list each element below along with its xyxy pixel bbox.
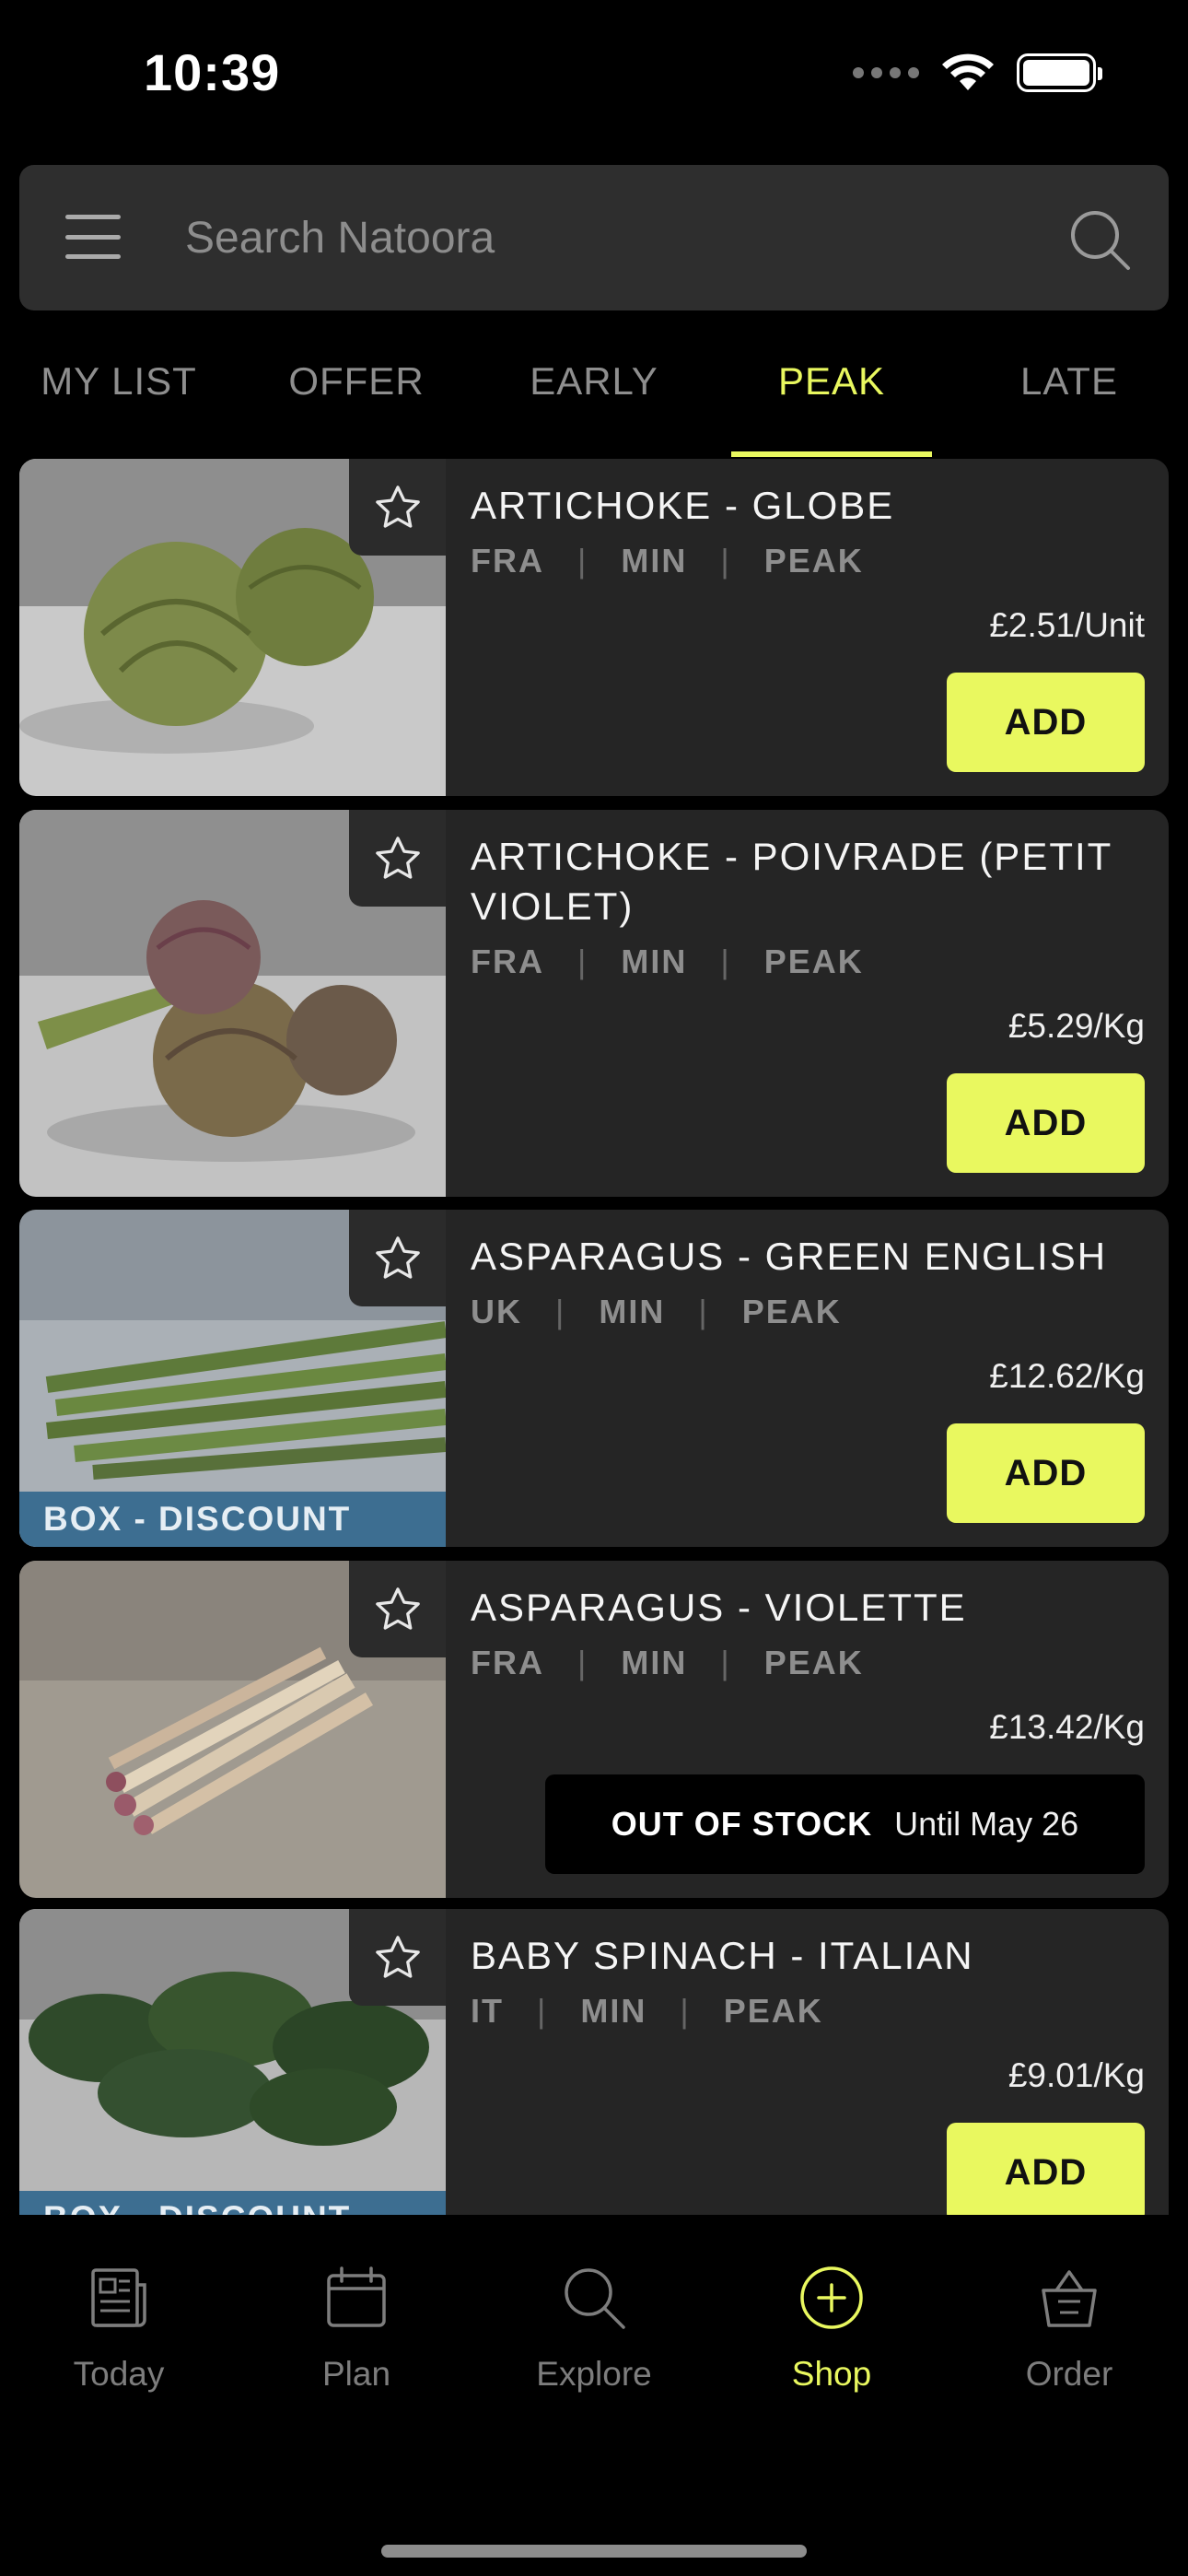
product-card[interactable]: BOX - DISCOUNT ASPARAGUS - GREEN ENGLISH… [19,1210,1169,1547]
product-name: ASPARAGUS - VIOLETTE [471,1586,967,1629]
wifi-icon [942,53,994,90]
product-season: PEAK [741,1293,842,1330]
nav-shop[interactable]: Shop [713,2263,950,2394]
favorite-star-icon[interactable] [349,1909,446,2006]
nav-label: Order [1025,2355,1113,2393]
add-button[interactable]: ADD [947,1423,1145,1523]
product-card[interactable]: ARTICHOKE - POIVRADE (PETIT VIOLET) FRA |… [19,810,1169,1197]
nav-explore[interactable]: Explore [475,2263,713,2394]
product-origin: FRA [471,943,544,980]
bottom-nav: Today Plan Explore Shop Order [0,2215,1188,2576]
product-unit: MIN [621,542,688,580]
nav-order[interactable]: Order [950,2263,1188,2394]
favorite-star-icon[interactable] [349,1561,446,1657]
nav-label: Today [73,2355,165,2393]
tab-offer[interactable]: OFFER [238,332,475,457]
calendar-icon [327,2266,386,2327]
product-origin: UK [471,1293,522,1330]
product-meta: FRA | MIN | PEAK [471,542,864,580]
product-meta: IT | MIN | PEAK [471,1992,823,2030]
product-list[interactable]: ARTICHOKE - GLOBE FRA | MIN | PEAK £2.51/U… [19,459,1169,2215]
nav-plan[interactable]: Plan [238,2263,475,2394]
tab-late[interactable]: LATE [950,332,1188,457]
discount-badge: BOX - DISCOUNT [19,1492,446,1547]
product-price: £13.42/Kg [989,1708,1145,1746]
product-meta: FRA | MIN | PEAK [471,1644,864,1681]
product-price: £5.29/Kg [1007,1007,1145,1045]
product-season: PEAK [763,542,864,580]
product-card[interactable]: ASPARAGUS - VIOLETTE FRA | MIN | PEAK £13.… [19,1561,1169,1898]
nav-today[interactable]: Today [0,2263,238,2394]
basket-icon [1042,2270,1097,2327]
add-button[interactable]: ADD [947,2123,1145,2215]
newspaper-icon [91,2268,146,2327]
product-card[interactable]: BOX - DISCOUNT BABY SPINACH - ITALIAN IT… [19,1909,1169,2215]
product-meta: UK | MIN | PEAK [471,1293,842,1330]
cellular-signal-icon [853,67,919,78]
product-origin: FRA [471,542,544,580]
status-time: 10:39 [144,43,281,101]
nav-label: Plan [321,2355,391,2393]
status-icons [853,53,1102,92]
product-season: PEAK [763,943,864,980]
product-price: £9.01/Kg [1007,2056,1145,2094]
status-bar: 10:39 [0,0,1188,147]
product-card[interactable]: ARTICHOKE - GLOBE FRA | MIN | PEAK £2.51/U… [19,459,1169,796]
restock-date: Until May 26 [894,1805,1079,1843]
search-icon [565,2268,625,2329]
add-button[interactable]: ADD [947,673,1145,772]
product-origin: IT [471,1992,504,2030]
product-price: £12.62/Kg [989,1357,1145,1395]
out-of-stock-notice: OUT OF STOCK Until May 26 [545,1774,1145,1874]
hamburger-menu-icon[interactable] [65,215,121,259]
discount-badge: BOX - DISCOUNT [19,2191,446,2215]
plus-circle-icon [800,2266,863,2329]
tab-my-list[interactable]: MY LIST [0,332,238,457]
search-input[interactable] [185,202,1014,274]
product-season: PEAK [723,1992,823,2030]
product-unit: MIN [599,1293,666,1330]
product-name: ASPARAGUS - GREEN ENGLISH [471,1235,1108,1278]
season-tabs: MY LIST OFFER EARLY PEAK LATE [0,332,1188,457]
search-bar [19,165,1169,310]
product-unit: MIN [621,943,688,980]
product-name: ARTICHOKE - POIVRADE (PETIT VIOLET) [471,835,1112,928]
product-meta: FRA | MIN | PEAK [471,943,864,980]
out-of-stock-label: OUT OF STOCK [611,1805,873,1843]
product-season: PEAK [763,1644,864,1681]
add-button[interactable]: ADD [947,1073,1145,1173]
home-indicator[interactable] [381,2545,807,2558]
nav-label: Shop [791,2355,872,2393]
product-price: £2.51/Unit [989,606,1145,644]
product-name: BABY SPINACH - ITALIAN [471,1934,974,1977]
tab-early[interactable]: EARLY [475,332,713,457]
tab-peak[interactable]: PEAK [713,332,950,457]
battery-icon [1017,53,1102,92]
search-icon[interactable] [1067,207,1132,272]
favorite-star-icon[interactable] [349,459,446,556]
product-name: ARTICHOKE - GLOBE [471,484,895,527]
favorite-star-icon[interactable] [349,810,446,907]
nav-label: Explore [536,2355,652,2393]
product-origin: FRA [471,1644,544,1681]
product-unit: MIN [580,1992,647,2030]
favorite-star-icon[interactable] [349,1210,446,1306]
product-unit: MIN [621,1644,688,1681]
